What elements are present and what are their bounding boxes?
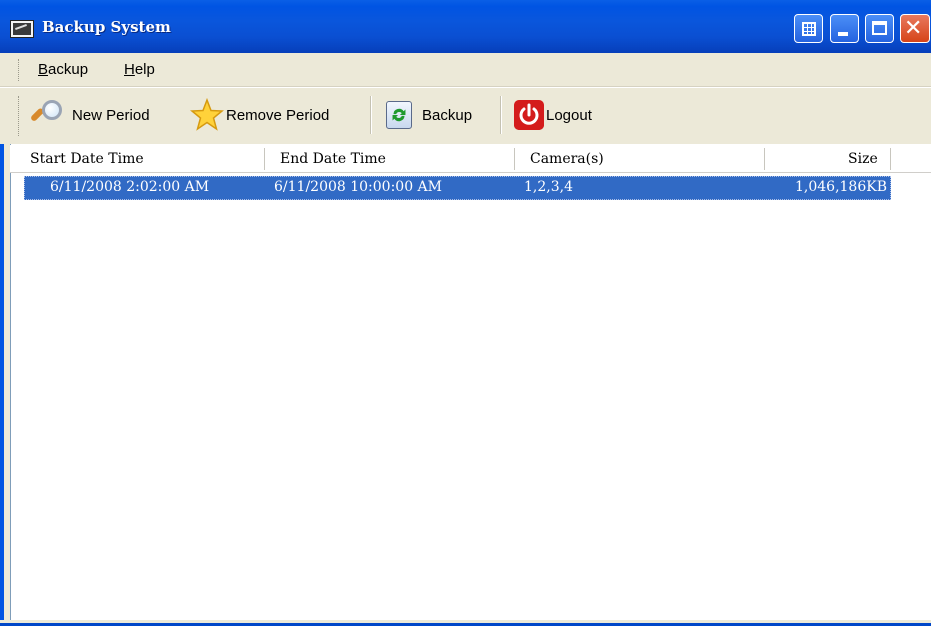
close-button[interactable]: ✕ [900,14,930,43]
column-size[interactable]: Size [848,151,878,167]
column-divider[interactable] [264,148,265,170]
toolbar-separator [370,96,372,134]
menu-help-mnemonic: H [124,61,135,78]
refresh-icon [386,101,412,129]
backup-button[interactable]: Backup [386,94,472,136]
column-start-date-time[interactable]: Start Date Time [30,151,144,167]
cell-start-date-time: 6/11/2008 2:02:00 AM [50,179,210,195]
column-divider[interactable] [764,148,765,170]
list-header: Start Date Time End Date Time Camera(s) … [10,145,931,173]
window-frame-left [0,144,10,626]
grid-icon [802,22,816,36]
column-end-date-time[interactable]: End Date Time [280,151,386,167]
table-row[interactable]: 6/11/2008 2:02:00 AM 6/11/2008 10:00:00 … [24,176,891,200]
title-bar[interactable]: Backup System ✕ [0,0,931,53]
column-divider[interactable] [890,148,891,170]
window-title: Backup System [42,18,171,36]
menu-help-label: elp [134,61,155,78]
maximize-button[interactable] [865,14,894,43]
cell-cameras: 1,2,3,4 [524,179,573,195]
cell-end-date-time: 6/11/2008 10:00:00 AM [274,179,443,195]
app-icon [10,20,34,38]
menu-help[interactable]: Help [124,61,155,78]
remove-period-label: Remove Period [226,106,330,124]
logout-label: Logout [546,106,592,124]
menu-bar: Backup Help [0,53,931,87]
menu-backup-label: ackup [48,61,89,78]
new-period-button[interactable]: New Period [29,94,150,136]
remove-period-button[interactable]: Remove Period [190,94,329,136]
magnifier-icon [29,98,70,132]
backup-label: Backup [422,106,473,124]
list-border [10,144,11,622]
minimize-button[interactable] [830,14,859,43]
menu-backup[interactable]: Backup [38,61,88,78]
minimize-icon [838,32,848,36]
toolbar: New Period Remove Period Backup Logout [0,88,931,144]
logout-button[interactable]: Logout [514,94,592,136]
star-icon [190,98,224,131]
new-period-label: New Period [72,106,150,124]
column-cameras[interactable]: Camera(s) [530,151,604,167]
column-divider[interactable] [514,148,515,170]
window-frame-bottom [0,620,931,626]
maximize-icon [872,21,887,35]
cell-size: 1,046,186KB [795,179,887,195]
toolbar-grip[interactable] [18,96,22,136]
menu-grip[interactable] [18,59,22,81]
close-icon: ✕ [904,16,923,41]
grid-view-button[interactable] [794,14,823,43]
toolbar-separator [500,96,502,134]
menu-backup-mnemonic: B [38,61,49,78]
power-icon [514,100,544,130]
